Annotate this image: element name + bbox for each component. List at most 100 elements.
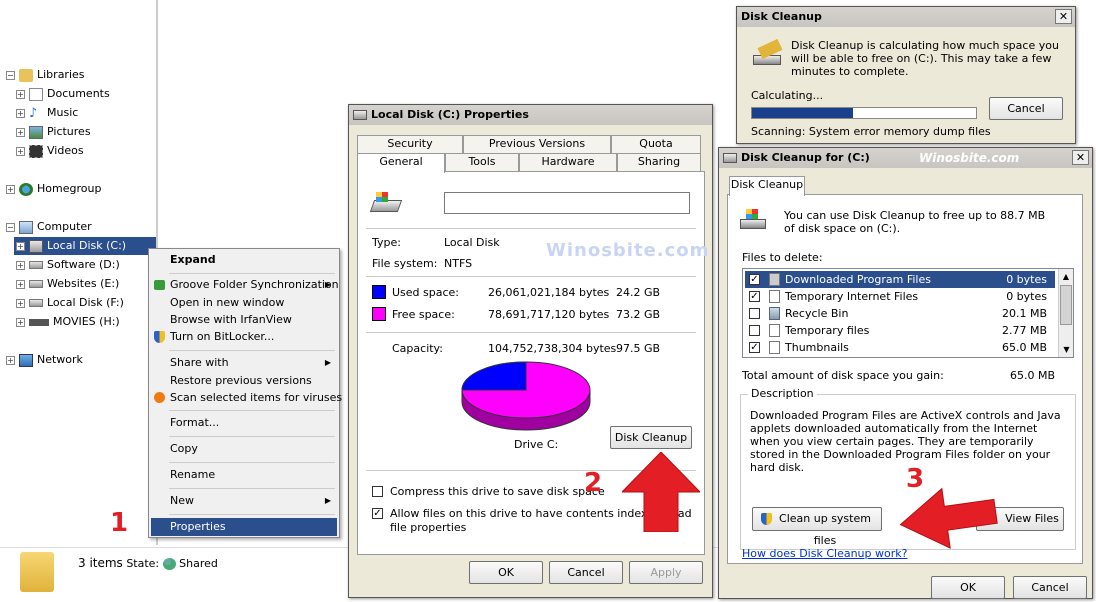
capacity-gb: 97.5 GB	[616, 342, 661, 355]
tree-item-libraries[interactable]: − Libraries	[6, 66, 85, 84]
tree-item-documents[interactable]: + Documents	[16, 85, 110, 103]
menu-item-format[interactable]: Format...	[151, 414, 337, 432]
expand-icon[interactable]: +	[16, 127, 25, 137]
tree-item-local-disk-c[interactable]: + Local Disk (C:)	[14, 237, 156, 255]
how-disk-cleanup-works-link[interactable]: How does Disk Cleanup work?	[742, 547, 907, 560]
ok-button[interactable]: OK	[469, 561, 543, 584]
tree-item-homegroup[interactable]: + Homegroup	[6, 180, 101, 198]
expand-icon[interactable]: +	[16, 317, 25, 327]
cleanup-ok-button[interactable]: OK	[931, 576, 1005, 599]
tree-item-movies-h[interactable]: + MOVIES (H:)	[16, 313, 120, 331]
list-item[interactable]: Temporary files 2.77 MB	[745, 322, 1055, 339]
list-item[interactable]: Recycle Bin 20.1 MB	[745, 305, 1055, 322]
cancel-button[interactable]: Cancel	[549, 561, 623, 584]
arrow-up-icon	[622, 452, 700, 532]
disk-cleanup-button[interactable]: Disk Cleanup	[610, 426, 692, 449]
submenu-arrow-icon: ▶	[324, 280, 331, 289]
file-checkbox[interactable]: ✓	[749, 342, 760, 353]
clean-up-system-files-button[interactable]: Clean up system files	[752, 507, 882, 547]
drive-label-input[interactable]	[444, 192, 690, 214]
expand-icon[interactable]: +	[16, 89, 25, 99]
list-scrollbar[interactable]: ▲ ▼	[1058, 269, 1073, 357]
submenu-arrow-icon: ▶	[324, 496, 331, 505]
menu-item-rename[interactable]: Rename	[151, 466, 337, 484]
menu-item-restore-previous[interactable]: Restore previous versions	[151, 372, 337, 390]
videos-icon	[29, 144, 43, 158]
tab-tools[interactable]: Tools	[445, 153, 519, 171]
tab-security[interactable]: Security	[357, 135, 463, 153]
tree-item-computer[interactable]: − Computer	[6, 218, 92, 236]
arrow-left-icon	[899, 487, 998, 549]
list-item[interactable]: ✓ Thumbnails 65.0 MB	[745, 339, 1055, 356]
free-space-swatch	[372, 307, 386, 321]
drive-icon	[29, 239, 43, 253]
homegroup-icon	[19, 182, 33, 196]
file-checkbox[interactable]: ✓	[749, 274, 760, 285]
file-checkbox[interactable]	[749, 308, 760, 319]
capacity-label: Capacity:	[392, 342, 443, 355]
tree-item-pictures[interactable]: + Pictures	[16, 123, 91, 141]
file-icon	[769, 290, 780, 303]
menu-item-expand[interactable]: Expand	[151, 251, 337, 269]
index-checkbox[interactable]: ✓	[372, 508, 383, 519]
menu-item-scan-viruses[interactable]: Scan selected items for viruses	[151, 389, 342, 407]
close-button[interactable]: ✕	[1072, 150, 1089, 165]
used-space-swatch	[372, 285, 386, 299]
file-checkbox[interactable]: ✓	[749, 291, 760, 302]
apply-button[interactable]: Apply	[629, 561, 703, 584]
menu-item-share-with[interactable]: Share with ▶	[151, 354, 337, 372]
tab-quota[interactable]: Quota	[611, 135, 701, 153]
tree-item-music[interactable]: + ♪ Music	[16, 104, 78, 122]
scroll-down-icon[interactable]: ▼	[1059, 342, 1074, 357]
menu-item-bitlocker[interactable]: Turn on BitLocker...	[151, 328, 337, 346]
collapse-icon[interactable]: −	[6, 70, 15, 80]
file-checkbox[interactable]	[749, 325, 760, 336]
expand-icon[interactable]: +	[6, 355, 15, 365]
drive-icon	[353, 110, 367, 120]
tree-item-network[interactable]: + Network	[6, 351, 83, 369]
disk-cleanup-icon	[723, 153, 737, 163]
menu-item-open-new-window[interactable]: Open in new window	[151, 294, 337, 312]
menu-item-groove[interactable]: Groove Folder Synchronization ▶	[151, 276, 339, 294]
status-text: 3 items State: Shared	[78, 556, 218, 570]
tab-hardware[interactable]: Hardware	[519, 153, 617, 171]
tree-item-local-disk-f[interactable]: + Local Disk (F:)	[16, 294, 124, 312]
expand-icon[interactable]: +	[16, 108, 25, 118]
cleanup-cancel-button[interactable]: Cancel	[1013, 576, 1087, 599]
calc-cancel-button[interactable]: Cancel	[989, 97, 1063, 120]
files-to-delete-label: Files to delete:	[742, 251, 823, 264]
expand-icon[interactable]: +	[6, 184, 15, 194]
menu-item-copy[interactable]: Copy	[151, 440, 337, 458]
expand-icon[interactable]: +	[16, 146, 25, 156]
used-space-slice	[461, 361, 527, 391]
dvd-drive-icon	[29, 318, 49, 326]
tree-item-websites-e[interactable]: + Websites (E:)	[16, 275, 119, 293]
list-item[interactable]: ✓ Downloaded Program Files 0 bytes	[745, 271, 1055, 288]
menu-item-new[interactable]: New ▶	[151, 492, 337, 510]
expand-icon[interactable]: +	[16, 279, 25, 289]
expand-icon[interactable]: +	[16, 260, 25, 270]
tab-general[interactable]: General	[357, 153, 445, 173]
scroll-thumb[interactable]	[1060, 285, 1072, 325]
collapse-icon[interactable]: −	[6, 222, 15, 232]
expand-icon[interactable]: +	[16, 241, 25, 251]
tab-disk-cleanup[interactable]: Disk Cleanup	[729, 176, 805, 196]
tab-previous-versions[interactable]: Previous Versions	[463, 135, 611, 153]
menu-item-properties[interactable]: Properties	[151, 518, 337, 536]
list-item[interactable]: ✓ Temporary Internet Files 0 bytes	[745, 288, 1055, 305]
menu-separator	[169, 410, 335, 411]
divider	[366, 276, 696, 277]
menu-separator	[169, 436, 335, 437]
scroll-up-icon[interactable]: ▲	[1059, 269, 1073, 284]
calculating-progress-bar	[751, 107, 977, 119]
compress-checkbox[interactable]	[372, 486, 383, 497]
disk-cleanup-icon	[740, 209, 768, 231]
tab-sharing[interactable]: Sharing	[617, 153, 701, 171]
tree-item-software-d[interactable]: + Software (D:)	[16, 256, 120, 274]
close-button[interactable]: ✕	[1055, 9, 1072, 24]
expand-icon[interactable]: +	[16, 298, 25, 308]
tree-item-videos[interactable]: + Videos	[16, 142, 84, 160]
libraries-icon	[19, 68, 33, 82]
menu-item-browse-irfanview[interactable]: Browse with IrfanView	[151, 311, 337, 329]
file-system-value: NTFS	[444, 257, 473, 270]
